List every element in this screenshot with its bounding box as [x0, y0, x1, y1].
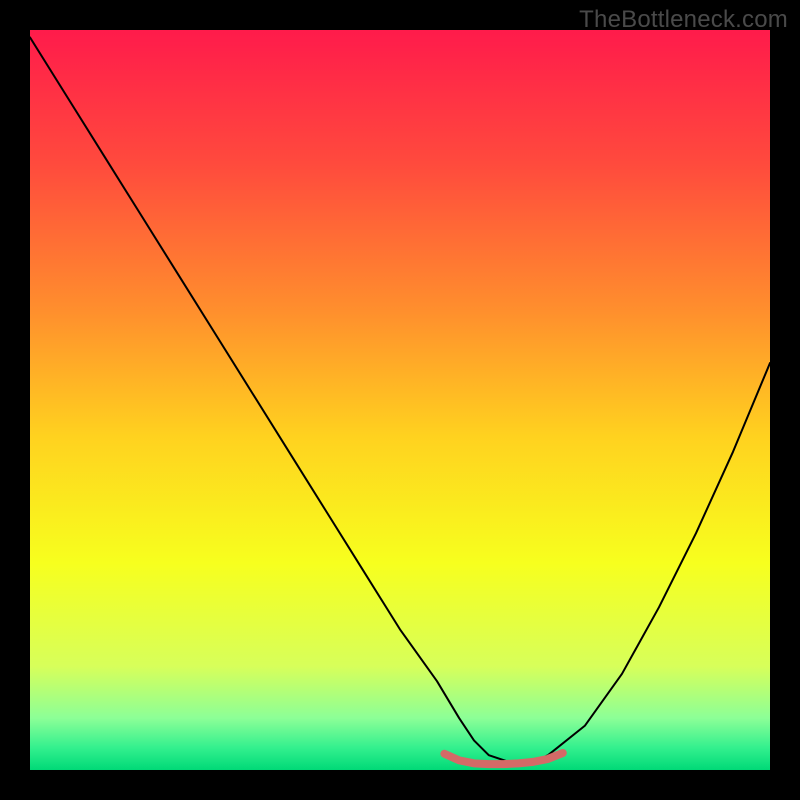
watermark-text: TheBottleneck.com	[579, 6, 788, 34]
bottleneck-chart	[30, 30, 770, 770]
chart-frame: TheBottleneck.com	[0, 0, 800, 800]
plot-area	[30, 30, 770, 770]
gradient-background	[30, 30, 770, 770]
